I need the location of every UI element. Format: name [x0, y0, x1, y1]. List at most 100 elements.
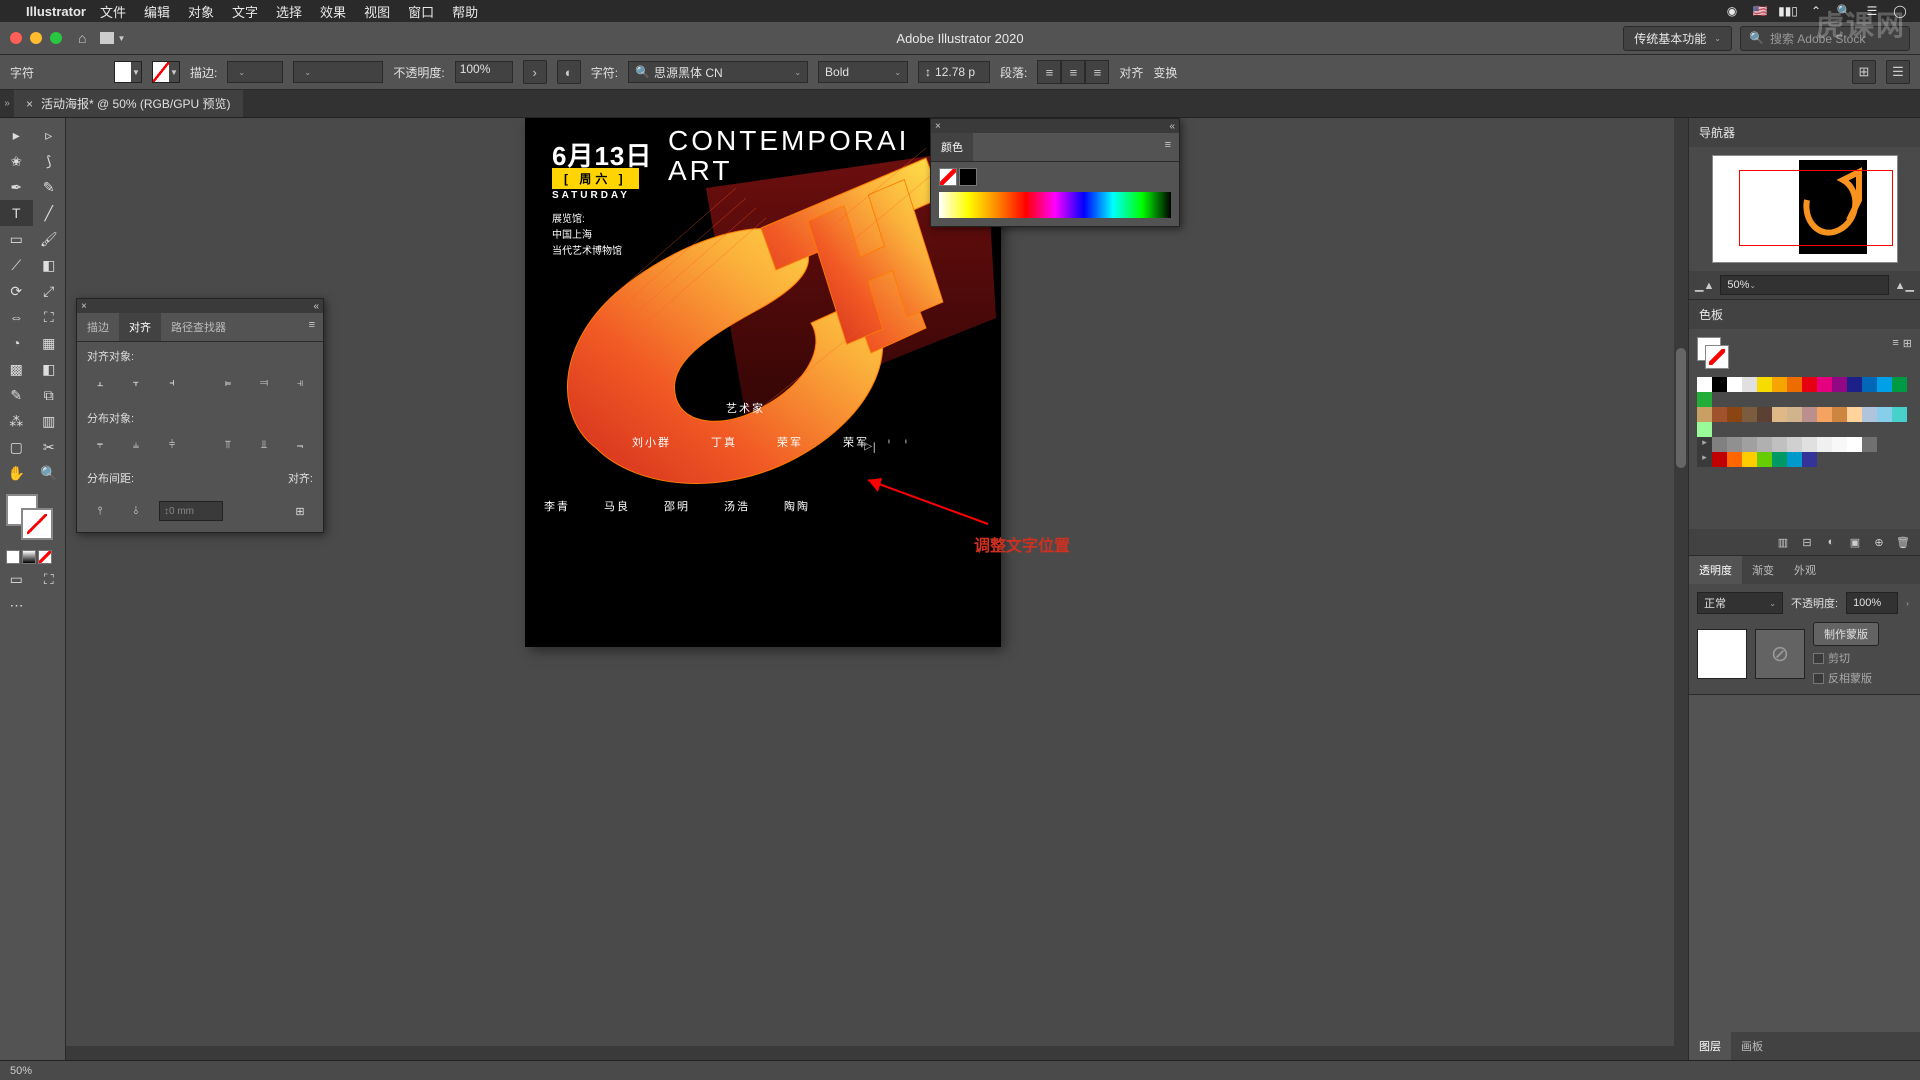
dist-vcenter-button[interactable]: ⫨: [123, 434, 149, 456]
swatch-color[interactable]: [1832, 407, 1847, 422]
tab-artboards[interactable]: 画板: [1731, 1032, 1773, 1060]
status-zoom[interactable]: 50%: [10, 1065, 32, 1077]
menu-view[interactable]: 视图: [364, 2, 390, 21]
swatch-color[interactable]: [1787, 407, 1802, 422]
spacing-input[interactable]: ↕ 0 mm: [159, 501, 223, 521]
current-colors-well[interactable]: [1697, 337, 1729, 369]
align-top-button[interactable]: ⫢: [215, 372, 241, 394]
swatch-color[interactable]: [1742, 377, 1757, 392]
swatch-color[interactable]: [1772, 377, 1787, 392]
pen-tool-icon[interactable]: ✒: [0, 174, 33, 200]
make-mask-button[interactable]: 制作蒙版: [1813, 622, 1879, 646]
slice-tool-icon[interactable]: ✂: [33, 434, 66, 460]
color-none-swatch[interactable]: [939, 168, 957, 186]
swatch-color[interactable]: [1817, 377, 1832, 392]
curvature-tool-icon[interactable]: ✎: [33, 174, 66, 200]
perspective-tool-icon[interactable]: ▦: [33, 330, 66, 356]
mask-source-thumb[interactable]: [1697, 629, 1747, 679]
align-center-icon[interactable]: ≡: [1061, 60, 1085, 84]
swatch-color[interactable]: [1727, 437, 1742, 452]
dist-left-button[interactable]: ⫪: [215, 434, 241, 456]
swatch-color[interactable]: [1772, 437, 1787, 452]
align-right-button[interactable]: ⫞: [159, 372, 185, 394]
dist-right-button[interactable]: ⫬: [287, 434, 313, 456]
swatch-grid[interactable]: ▸▸: [1697, 377, 1912, 467]
align-left-button[interactable]: ⫠: [87, 372, 113, 394]
dist-vspace-button[interactable]: ⫯: [87, 500, 113, 522]
control-center-icon[interactable]: ☰: [1864, 3, 1880, 19]
mesh-tool-icon[interactable]: ▩: [0, 356, 33, 382]
swatch-color[interactable]: [1832, 437, 1847, 452]
transform-link[interactable]: 变换: [1153, 64, 1177, 81]
wifi-icon[interactable]: ⌃: [1808, 3, 1824, 19]
menu-effect[interactable]: 效果: [320, 2, 346, 21]
swatch-color[interactable]: [1727, 377, 1742, 392]
magic-wand-tool-icon[interactable]: ✬: [0, 148, 33, 174]
scale-tool-icon[interactable]: ⤢: [33, 278, 66, 304]
color-mode-icon[interactable]: [6, 550, 20, 564]
swatch-color[interactable]: [1772, 407, 1787, 422]
fill-stroke-well[interactable]: [6, 494, 59, 540]
menu-edit[interactable]: 编辑: [144, 2, 170, 21]
panel-collapse-icon[interactable]: «: [313, 301, 319, 312]
tab-stroke[interactable]: 描边: [77, 313, 119, 341]
blend-tool-icon[interactable]: ⧉: [33, 382, 66, 408]
menu-object[interactable]: 对象: [188, 2, 214, 21]
swatch-color[interactable]: [1727, 452, 1742, 467]
swatch-kind-icon[interactable]: ◐: [1822, 533, 1840, 551]
app-name[interactable]: Illustrator: [26, 4, 86, 19]
swatch-color[interactable]: [1892, 407, 1907, 422]
search-icon[interactable]: 🔍: [1836, 3, 1852, 19]
swatch-menu-icon[interactable]: ⊟: [1798, 533, 1816, 551]
text-cursor-icon[interactable]: ▷ꞁ ' ': [864, 438, 910, 454]
rotate-tool-icon[interactable]: ⟳: [0, 278, 33, 304]
color-spectrum[interactable]: [939, 192, 1171, 218]
vertical-scrollbar[interactable]: [1674, 118, 1688, 1060]
dist-bottom-button[interactable]: ⫩: [159, 434, 185, 456]
swatch-color[interactable]: [1757, 452, 1772, 467]
tab-gradient[interactable]: 渐变: [1742, 556, 1784, 584]
color-panel[interactable]: ×« 颜色≡: [930, 118, 1180, 227]
align-right-icon[interactable]: ≡: [1085, 60, 1109, 84]
none-mode-icon[interactable]: [38, 550, 52, 564]
edit-toolbar-icon[interactable]: ⋯: [0, 592, 33, 618]
blend-mode-dropdown[interactable]: 正常⌄: [1697, 592, 1783, 614]
swatch-color[interactable]: [1727, 407, 1742, 422]
navigator-thumbnail[interactable]: [1712, 155, 1898, 263]
swatch-color[interactable]: [1817, 437, 1832, 452]
window-controls[interactable]: [10, 32, 62, 44]
siri-icon[interactable]: ◯: [1892, 3, 1908, 19]
swatch-color[interactable]: [1802, 407, 1817, 422]
zoom-tool-icon[interactable]: 🔍: [33, 460, 66, 486]
swatch-group-icon[interactable]: ▣: [1846, 533, 1864, 551]
swatch-list-view-icon[interactable]: ≡: [1892, 337, 1898, 350]
input-flag-icon[interactable]: 🇺🇸: [1752, 3, 1768, 19]
swatch-color[interactable]: [1847, 377, 1862, 392]
panel-menu-icon[interactable]: ≡: [301, 313, 323, 341]
opacity-arrow-icon[interactable]: ›: [523, 60, 547, 84]
lasso-tool-icon[interactable]: ⟆: [33, 148, 66, 174]
close-tab-icon[interactable]: ×: [26, 97, 33, 111]
swatch-color[interactable]: [1772, 452, 1787, 467]
swatch-color[interactable]: [1742, 407, 1757, 422]
minimize-window-icon[interactable]: [30, 32, 42, 44]
paintbrush-tool-icon[interactable]: 🖌: [33, 226, 66, 252]
direct-selection-tool-icon[interactable]: ▹: [33, 122, 66, 148]
font-size-input[interactable]: ↕ 12.78 p: [918, 61, 990, 83]
color-panel-close-icon[interactable]: ×: [935, 121, 941, 132]
brush-definition-dropdown[interactable]: ⌄: [293, 61, 383, 83]
align-left-icon[interactable]: ≡: [1037, 60, 1061, 84]
canvas[interactable]: CONTEMPORAI ART 6月13日 [ 周六 ] SATURDAY 展览…: [66, 118, 1688, 1060]
obs-icon[interactable]: ◉: [1724, 3, 1740, 19]
swatch-color[interactable]: [1697, 422, 1712, 437]
swatch-color[interactable]: [1697, 407, 1712, 422]
hand-tool-icon[interactable]: ✋: [0, 460, 33, 486]
swatch-color[interactable]: [1712, 452, 1727, 467]
shape-builder-tool-icon[interactable]: ◔: [0, 330, 33, 356]
rectangle-tool-icon[interactable]: ▭: [0, 226, 33, 252]
gradient-tool-icon[interactable]: ◧: [33, 356, 66, 382]
eyedropper-tool-icon[interactable]: ✎: [0, 382, 33, 408]
invert-mask-checkbox[interactable]: 反相蒙版: [1813, 670, 1879, 686]
tab-transparency[interactable]: 透明度: [1689, 556, 1742, 584]
menu-file[interactable]: 文件: [100, 2, 126, 21]
